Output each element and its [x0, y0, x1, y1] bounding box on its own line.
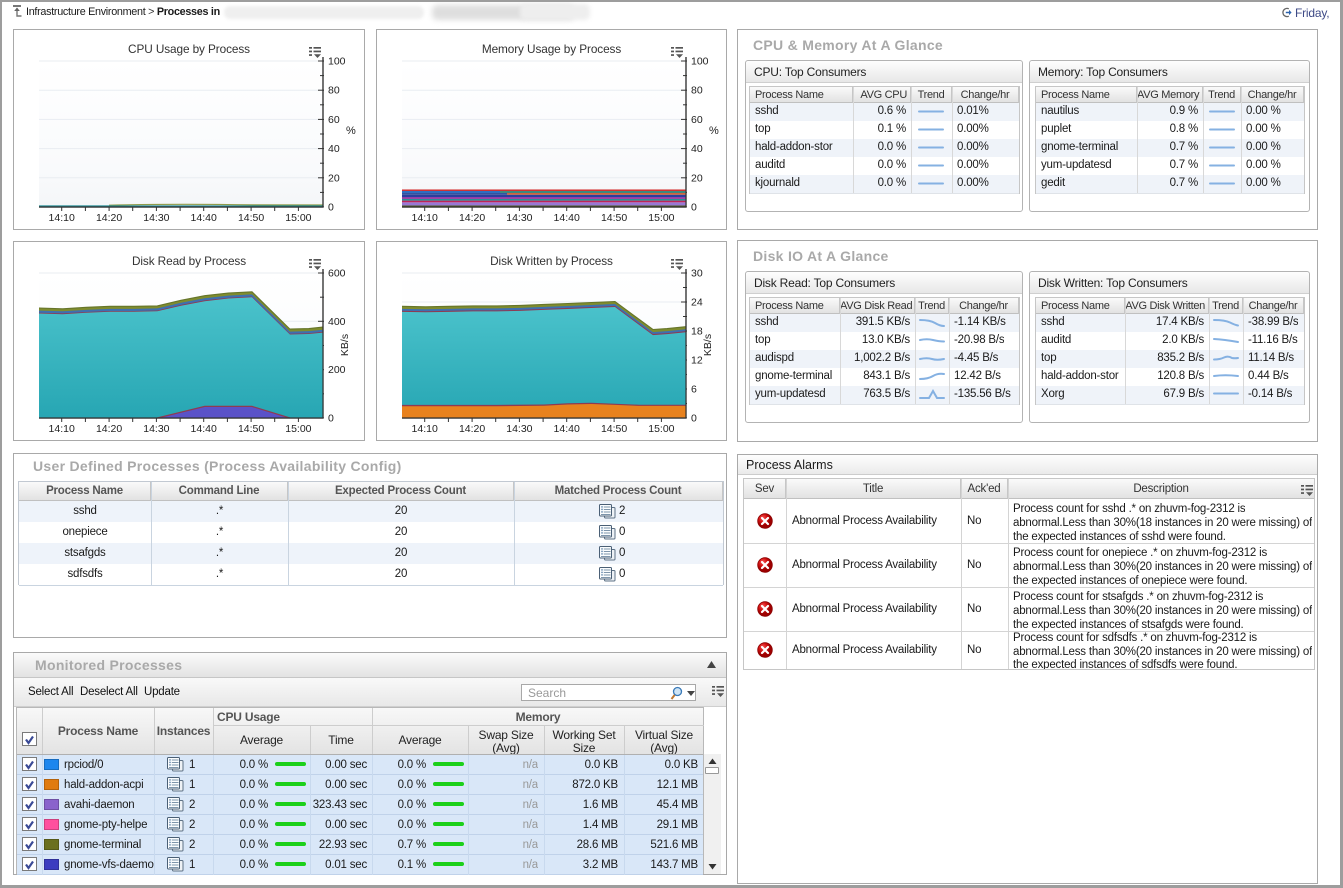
svg-text:0: 0: [691, 413, 697, 425]
svg-text:600: 600: [328, 268, 346, 280]
svg-text:15:00: 15:00: [648, 212, 674, 224]
svg-text:14:20: 14:20: [96, 212, 122, 224]
svg-text:14:10: 14:10: [412, 212, 438, 224]
svg-text:100: 100: [328, 56, 346, 68]
svg-text:80: 80: [691, 85, 703, 97]
svg-text:14:50: 14:50: [601, 212, 627, 224]
svg-text:14:30: 14:30: [506, 423, 532, 435]
svg-text:100: 100: [691, 56, 709, 68]
svg-text:14:40: 14:40: [554, 212, 580, 224]
svg-text:24: 24: [691, 297, 703, 309]
svg-text:14:50: 14:50: [601, 423, 627, 435]
svg-text:15:00: 15:00: [648, 423, 674, 435]
svg-text:14:30: 14:30: [506, 212, 532, 224]
svg-text:40: 40: [691, 143, 703, 155]
svg-text:14:20: 14:20: [96, 423, 122, 435]
svg-text:14:10: 14:10: [49, 423, 75, 435]
svg-text:14:10: 14:10: [412, 423, 438, 435]
svg-text:80: 80: [328, 85, 340, 97]
svg-text:%: %: [709, 125, 719, 137]
svg-text:30: 30: [691, 268, 703, 280]
svg-text:14:50: 14:50: [238, 212, 264, 224]
svg-text:15:00: 15:00: [285, 423, 311, 435]
svg-text:400: 400: [328, 316, 346, 328]
svg-text:14:20: 14:20: [459, 423, 485, 435]
svg-text:0: 0: [328, 202, 334, 214]
svg-text:14:40: 14:40: [191, 212, 217, 224]
svg-text:60: 60: [691, 114, 703, 126]
svg-text:0: 0: [691, 202, 697, 214]
svg-text:14:40: 14:40: [554, 423, 580, 435]
svg-text:14:10: 14:10: [49, 212, 75, 224]
svg-text:20: 20: [328, 172, 340, 184]
svg-text:40: 40: [328, 143, 340, 155]
svg-text:14:20: 14:20: [459, 212, 485, 224]
svg-text:60: 60: [328, 114, 340, 126]
svg-text:15:00: 15:00: [285, 212, 311, 224]
svg-text:20: 20: [691, 172, 703, 184]
svg-text:0: 0: [328, 413, 334, 425]
svg-text:KB/s: KB/s: [702, 334, 714, 356]
svg-text:200: 200: [328, 364, 346, 376]
svg-text:14:50: 14:50: [238, 423, 264, 435]
svg-text:14:30: 14:30: [143, 212, 169, 224]
svg-text:14:40: 14:40: [191, 423, 217, 435]
svg-text:KB/s: KB/s: [339, 334, 351, 356]
svg-text:14:30: 14:30: [143, 423, 169, 435]
svg-text:%: %: [346, 125, 356, 137]
svg-text:6: 6: [691, 384, 697, 396]
